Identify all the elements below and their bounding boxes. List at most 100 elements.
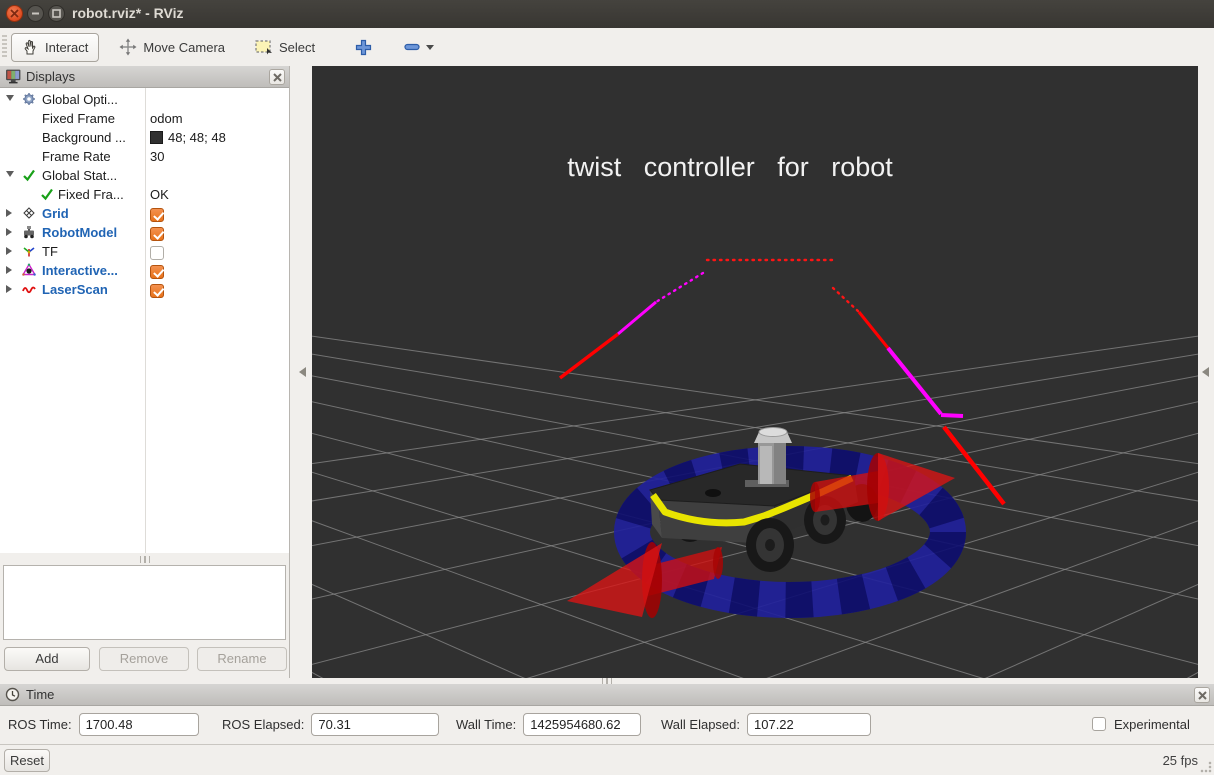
row-label: Fixed Fra...	[58, 187, 124, 202]
expander-down-icon[interactable]	[6, 171, 14, 177]
displays-tree: Global Opti... Fixed Frame odom Background …	[0, 88, 289, 553]
maximize-window-button[interactable]	[48, 5, 65, 22]
tool-button-select[interactable]: Select	[245, 35, 325, 60]
display-row-robotmodel[interactable]: RobotModel	[0, 223, 289, 242]
fps-counter: 25 fps	[1162, 753, 1198, 768]
viewport-overlay-text: twist controller for robot	[567, 152, 893, 182]
expander-right-icon[interactable]	[6, 285, 12, 293]
rename-display-button[interactable]: Rename	[197, 647, 287, 671]
time-panel-body: Experimental ROS Time: ROS Elapsed: Wall T…	[0, 706, 1214, 744]
time-field-input[interactable]	[78, 713, 199, 736]
color-swatch	[150, 131, 163, 144]
minus-icon	[404, 43, 420, 51]
displays-panel: Displays Global Opti... Fixed Frame odom Ba…	[0, 66, 290, 678]
tool-label: Interact	[45, 39, 89, 55]
property-value[interactable]: odom	[150, 109, 183, 128]
window-title: robot.rviz* - RViz	[72, 5, 184, 21]
add-tool-button[interactable]	[347, 35, 380, 60]
time-panel-title: Time	[26, 687, 55, 702]
expander-right-icon[interactable]	[6, 247, 12, 255]
display-enabled-checkbox[interactable]	[150, 283, 164, 298]
reset-button[interactable]: Reset	[4, 749, 50, 772]
close-icon	[273, 73, 282, 82]
remove-display-button[interactable]: Remove	[99, 647, 189, 671]
display-row-fixed-fra[interactable]: Fixed Fra... OK	[0, 185, 289, 204]
title-bar: robot.rviz* - RViz	[0, 0, 1214, 28]
time-field-label: ROS Time:	[8, 717, 72, 732]
expander-down-icon[interactable]	[6, 95, 14, 101]
displays-panel-header[interactable]: Displays	[0, 66, 289, 88]
display-row-frame-rate[interactable]: Frame Rate 30	[0, 147, 289, 166]
maximize-icon	[52, 9, 61, 18]
display-enabled-checkbox[interactable]	[150, 245, 164, 260]
property-value[interactable]: OK	[150, 185, 169, 204]
time-field-wall-elapsed: Wall Elapsed:	[661, 713, 871, 736]
time-field-label: Wall Elapsed:	[661, 717, 740, 732]
tree-splitter-handle[interactable]	[0, 553, 290, 565]
move-camera-icon	[119, 38, 137, 56]
displays-panel-icon	[5, 69, 22, 87]
toolbar-handle[interactable]	[2, 35, 7, 59]
time-field-input[interactable]	[311, 713, 440, 736]
row-label: Global Stat...	[42, 168, 118, 183]
display-enabled-checkbox[interactable]	[150, 207, 164, 222]
display-row-fixed-frame[interactable]: Fixed Frame odom	[0, 109, 289, 128]
display-row-background[interactable]: Background ... 48; 48; 48	[0, 128, 289, 147]
display-row-global-stat[interactable]: Global Stat...	[0, 166, 289, 185]
collapse-left-arrow-icon[interactable]	[299, 367, 306, 377]
display-row-grid[interactable]: Grid	[0, 204, 289, 223]
chevron-down-icon[interactable]	[426, 44, 435, 50]
tool-label: Select	[279, 39, 316, 55]
row-label: Fixed Frame	[42, 111, 115, 126]
close-icon	[10, 9, 19, 18]
row-label: Frame Rate	[42, 149, 111, 164]
collapse-right-arrow-icon[interactable]	[1202, 367, 1209, 377]
expander-right-icon[interactable]	[6, 228, 12, 236]
display-description-box	[3, 565, 286, 640]
left-splitter[interactable]	[290, 66, 312, 678]
right-splitter[interactable]	[1198, 66, 1214, 678]
select-icon	[255, 39, 273, 55]
remove-tool-button[interactable]	[398, 39, 440, 55]
time-panel-close-button[interactable]	[1194, 687, 1210, 703]
row-label: RobotModel	[42, 225, 118, 240]
time-field-ros-time: ROS Time:	[8, 713, 199, 736]
time-field-ros-elapsed: ROS Elapsed:	[222, 713, 440, 736]
time-panel-header[interactable]: Time	[0, 684, 1214, 706]
tool-button-move-camera[interactable]: Move Camera	[109, 33, 235, 61]
property-value[interactable]: 48; 48; 48	[150, 128, 226, 147]
experimental-label: Experimental	[1114, 717, 1190, 732]
expander-right-icon[interactable]	[6, 209, 12, 217]
rviz-window: robot.rviz* - RViz Interact Move Camera Se…	[0, 0, 1214, 775]
tool-button-interact[interactable]: Interact	[11, 32, 100, 62]
row-label: LaserScan	[42, 282, 108, 297]
displays-button-row: Add Remove Rename	[0, 647, 290, 671]
time-field-input[interactable]	[523, 713, 642, 736]
minimize-window-button[interactable]	[27, 5, 44, 22]
display-enabled-checkbox[interactable]	[150, 264, 164, 279]
hand-icon	[22, 39, 39, 56]
time-field-label: Wall Time:	[456, 717, 517, 732]
display-row-interactive[interactable]: Interactive...	[0, 261, 289, 280]
display-row-global-opti[interactable]: Global Opti...	[0, 90, 289, 109]
time-panel: Time Experimental ROS Time: ROS Elapsed: W…	[0, 684, 1214, 744]
add-display-button[interactable]: Add	[4, 647, 90, 671]
toolbar: Interact Move Camera Select	[0, 28, 1214, 67]
display-enabled-checkbox[interactable]	[150, 226, 164, 241]
tool-label: Move Camera	[143, 39, 225, 55]
displays-panel-close-button[interactable]	[269, 69, 285, 85]
display-row-laserscan[interactable]: LaserScan	[0, 280, 289, 299]
time-field-input[interactable]	[747, 713, 871, 736]
close-window-button[interactable]	[6, 5, 23, 22]
resize-grip[interactable]	[1200, 761, 1212, 773]
close-icon	[1198, 691, 1207, 700]
experimental-checkbox[interactable]	[1092, 717, 1106, 731]
display-row-tf[interactable]: TF	[0, 242, 289, 261]
status-bar: Reset 25 fps	[0, 744, 1214, 775]
row-label: Grid	[42, 206, 69, 221]
row-label: TF	[42, 244, 58, 259]
expander-right-icon[interactable]	[6, 266, 12, 274]
clock-icon	[5, 687, 20, 705]
render-viewport[interactable]: twist controller for robot	[312, 66, 1198, 678]
property-value[interactable]: 30	[150, 147, 164, 166]
